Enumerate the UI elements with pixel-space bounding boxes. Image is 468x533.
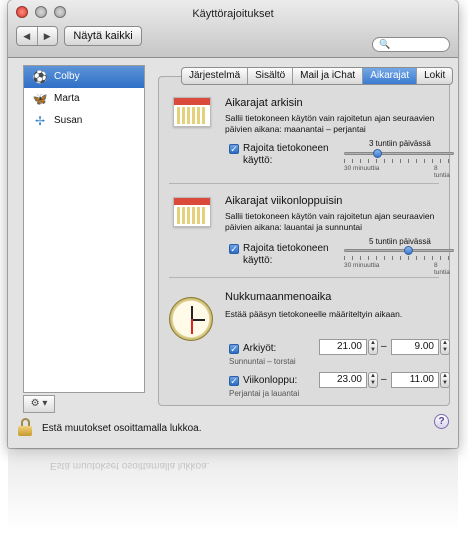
weekend-bedtime-label: Viikonloppu: <box>243 375 298 386</box>
weekend-bedtime-to-stepper[interactable]: ▲ ▼ <box>440 372 450 388</box>
divider <box>169 277 439 278</box>
school-nights-to-field[interactable]: 9.00 <box>391 339 439 355</box>
tab-time-limits[interactable]: Aikarajat <box>363 68 418 84</box>
lock-text: Estä muutokset osoittamalla lukkoa. <box>42 423 202 434</box>
lock-row: Estä muutokset osoittamalla lukkoa. <box>18 418 318 438</box>
lock-icon[interactable] <box>18 418 32 436</box>
weekday-limits-title: Aikarajat arkisin <box>225 97 303 109</box>
weekday-slider-value: 3 tuntiin päivässä <box>369 139 431 148</box>
weekday-slider-min: 30 minuuttia <box>344 165 380 172</box>
tab-system[interactable]: Järjestelmä <box>182 68 249 84</box>
user-list: ⚽ Colby 🦋 Marta ✢ Susan <box>23 65 145 393</box>
reflection-text: Estä muutokset osoittamalla lukkoa. <box>50 460 210 471</box>
weekend-bedtime-days: Perjantai ja lauantai <box>229 389 300 398</box>
gear-menu-button[interactable]: ⚙ ▾ <box>23 395 55 413</box>
range-dash: – <box>381 341 387 352</box>
search-icon: 🔍 <box>379 39 391 49</box>
help-button[interactable]: ? <box>434 414 449 429</box>
divider <box>169 183 439 184</box>
weekend-limits-description: Sallii tietokoneen käytön vain rajoitetu… <box>225 211 435 232</box>
weekday-limits-description: Sallii tietokoneen käytön vain rajoitetu… <box>225 113 435 134</box>
weekday-slider-ticks <box>344 159 454 163</box>
weekend-bedtime-checkbox[interactable]: ✓ <box>229 376 239 386</box>
weekend-limits-title: Aikarajat viikonloppuisin <box>225 195 343 207</box>
school-nights-from-field[interactable]: 21.00 <box>319 339 367 355</box>
weekday-limit-checkbox[interactable]: ✓ <box>229 144 239 154</box>
weekend-slider-knob[interactable] <box>403 246 413 255</box>
sidebar-item-colby[interactable]: ⚽ Colby <box>24 66 144 88</box>
back-arrow-icon[interactable]: ◀ <box>17 27 37 45</box>
sidebar-item-susan[interactable]: ✢ Susan <box>24 110 144 132</box>
weekday-slider-max: 8 tuntia <box>434 165 450 179</box>
bedtime-title: Nukkumaanmenoaika <box>225 291 332 303</box>
back-forward-control: ◀ ▶ <box>16 26 58 46</box>
weekend-slider-min: 30 minuuttia <box>344 262 380 269</box>
butterfly-icon: 🦋 <box>32 92 48 106</box>
dragonfly-icon: ✢ <box>34 114 46 128</box>
sidebar-item-marta[interactable]: 🦋 Marta <box>24 88 144 110</box>
weekend-slider-track[interactable] <box>344 249 454 252</box>
preferences-window: Käyttörajoitukset ◀ ▶ Näytä kaikki 🔍 ⚽ C… <box>8 0 458 448</box>
user-name: Susan <box>54 115 83 126</box>
time-limits-pane: Aikarajat arkisin Sallii tietokoneen käy… <box>158 76 454 406</box>
show-all-button[interactable]: Näytä kaikki <box>64 26 142 46</box>
school-nights-to-stepper[interactable]: ▲ ▼ <box>440 339 450 355</box>
weekend-bedtime-from-field[interactable]: 23.00 <box>319 372 367 388</box>
calendar-icon <box>173 97 211 127</box>
weekday-slider-knob[interactable] <box>373 149 382 158</box>
search-field[interactable]: 🔍 <box>372 37 450 52</box>
window-title: Käyttörajoitukset <box>192 8 274 20</box>
bedtime-description: Estää pääsyn tietokoneelle määriteltyin … <box>225 309 403 319</box>
tab-bar: Järjestelmä Sisältö Mail ja iChat Aikara… <box>181 67 454 85</box>
school-nights-label: Arkiyöt: <box>243 343 277 354</box>
weekend-limit-checkbox[interactable]: ✓ <box>229 244 239 254</box>
calendar-icon <box>173 197 211 227</box>
tab-logs[interactable]: Lokit <box>417 68 452 84</box>
weekend-bedtime-to-field[interactable]: 11.00 <box>391 372 439 388</box>
school-nights-days: Sunnuntai – torstai <box>229 357 296 366</box>
tab-content[interactable]: Sisältö <box>248 68 294 84</box>
school-nights-checkbox[interactable]: ✓ <box>229 344 239 354</box>
user-name: Marta <box>54 93 80 104</box>
tab-mail-ichat[interactable]: Mail ja iChat <box>293 68 364 84</box>
clock-icon <box>169 297 213 341</box>
weekday-slider-track[interactable] <box>344 152 454 155</box>
weekend-bedtime-from-stepper[interactable]: ▲ ▼ <box>368 372 378 388</box>
weekend-slider-value: 5 tuntiin päivässä <box>369 237 431 246</box>
user-name: Colby <box>54 71 80 82</box>
school-nights-from-stepper[interactable]: ▲ ▼ <box>368 339 378 355</box>
range-dash: – <box>381 374 387 385</box>
title-bar: Käyttörajoitukset ◀ ▶ Näytä kaikki 🔍 <box>8 0 458 58</box>
forward-arrow-icon[interactable]: ▶ <box>36 27 58 45</box>
weekend-limit-label: Rajoita tietokoneen käyttö: <box>243 243 329 266</box>
weekday-limit-label: Rajoita tietokoneen käyttö: <box>243 143 329 166</box>
soccer-ball-icon: ⚽ <box>32 70 48 84</box>
weekend-slider-ticks <box>344 256 454 260</box>
window-reflection: Estä muutokset osoittamalla lukkoa. <box>8 450 458 530</box>
weekend-slider-max: 8 tuntia <box>434 262 450 276</box>
